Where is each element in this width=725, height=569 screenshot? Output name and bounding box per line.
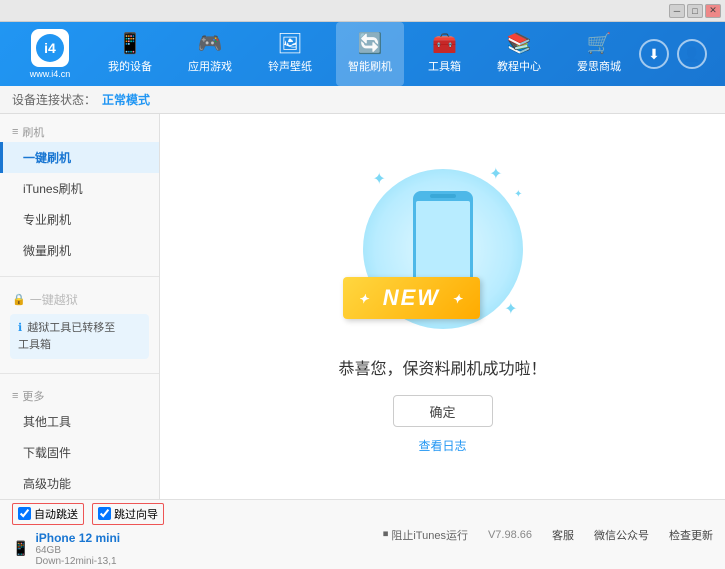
phone-container: ✦ ✦ ✦ ✦ NEW bbox=[353, 159, 533, 339]
sidebar-item-download-firmware[interactable]: 下载固件 bbox=[0, 437, 159, 468]
sparkle-1: ✦ bbox=[373, 169, 386, 189]
logo-icon: i4 bbox=[31, 29, 69, 67]
sidebar-item-one-click-flash[interactable]: 一键刷机 bbox=[0, 142, 159, 173]
download-button[interactable]: ⬇ bbox=[639, 39, 669, 69]
sidebar: ≡ 刷机 一键刷机 iTunes刷机 专业刷机 微量刷机 🔒 一键越狱 bbox=[0, 114, 160, 499]
info-icon: ℹ bbox=[18, 322, 22, 334]
sidebar-section-jailbreak: 🔒 一键越狱 ℹ 越狱工具已转移至工具箱 bbox=[0, 281, 159, 369]
nav-toolbox-label: 工具箱 bbox=[428, 58, 461, 74]
lock-icon: 🔒 bbox=[12, 293, 26, 306]
device-model: Down-12mini-13,1 bbox=[35, 556, 120, 567]
sidebar-item-itunes-flash[interactable]: iTunes刷机 bbox=[0, 173, 159, 204]
store-icon: 🛒 bbox=[587, 34, 612, 54]
checkbox-group: 自动跳送 跳过向导 bbox=[12, 503, 164, 525]
sidebar-item-advanced[interactable]: 高级功能 bbox=[0, 468, 159, 499]
sidebar-item-other-tools[interactable]: 其他工具 bbox=[0, 406, 159, 437]
sidebar-item-data-flash[interactable]: 微量刷机 bbox=[0, 235, 159, 266]
nav-toolbox[interactable]: 🧰 工具箱 bbox=[416, 22, 473, 86]
smart-flash-icon: 🔄 bbox=[358, 34, 383, 54]
sparkle-2: ✦ bbox=[489, 164, 502, 184]
check-update-link[interactable]: 检查更新 bbox=[669, 527, 713, 543]
skip-wizard-checkbox-label[interactable]: 跳过向导 bbox=[92, 503, 164, 525]
footer: 自动跳送 跳过向导 📱 iPhone 12 mini 64GB Down-12m… bbox=[0, 499, 725, 569]
nav-right-controls: ⬇ 👤 bbox=[639, 39, 715, 69]
nav-my-device[interactable]: 📱 我的设备 bbox=[96, 22, 164, 86]
sidebar-section-flash: ≡ 刷机 一键刷机 iTunes刷机 专业刷机 微量刷机 bbox=[0, 114, 159, 272]
header: i4 www.i4.cn 📱 我的设备 🎮 应用游戏 🖼 铃声壁纸 🔄 智能刷机… bbox=[0, 22, 725, 86]
goto-log-link[interactable]: 查看日志 bbox=[418, 437, 466, 454]
nav-my-device-label: 我的设备 bbox=[108, 58, 152, 74]
wallpaper-icon: 🖼 bbox=[277, 34, 302, 54]
nav-items: 📱 我的设备 🎮 应用游戏 🖼 铃声壁纸 🔄 智能刷机 🧰 工具箱 📚 教程中心… bbox=[90, 22, 639, 86]
device-info: 📱 iPhone 12 mini 64GB Down-12mini-13,1 bbox=[12, 531, 164, 567]
nav-apps-label: 应用游戏 bbox=[188, 58, 232, 74]
maximize-button[interactable]: □ bbox=[687, 4, 703, 18]
footer-right: ⏹ 阻止iTunes运行 V7.98.66 客服 微信公众号 检查更新 bbox=[383, 527, 713, 543]
nav-smart-flash-label: 智能刷机 bbox=[348, 58, 392, 74]
footer-left: 自动跳送 跳过向导 📱 iPhone 12 mini 64GB Down-12m… bbox=[12, 503, 164, 567]
status-label: 设备连接状态： bbox=[12, 91, 96, 108]
apps-icon: 🎮 bbox=[198, 34, 223, 54]
sidebar-section-flash-title: ≡ 刷机 bbox=[0, 120, 159, 142]
device-name: iPhone 12 mini bbox=[35, 531, 120, 545]
toolbox-icon: 🧰 bbox=[432, 34, 457, 54]
new-badge: NEW bbox=[343, 277, 481, 319]
nav-wallpaper[interactable]: 🖼 铃声壁纸 bbox=[256, 22, 324, 86]
sparkle-3: ✦ bbox=[504, 299, 517, 319]
sidebar-section-more: ≡ 更多 其他工具 下载固件 高级功能 bbox=[0, 378, 159, 499]
stop-itunes-icon: ⏹ bbox=[383, 528, 389, 541]
device-details-block: iPhone 12 mini 64GB Down-12mini-13,1 bbox=[35, 531, 120, 567]
more-section-icon: ≡ bbox=[12, 390, 18, 402]
sidebar-item-pro-flash[interactable]: 专业刷机 bbox=[0, 204, 159, 235]
status-value: 正常模式 bbox=[102, 91, 150, 108]
logo-text: www.i4.cn bbox=[30, 69, 71, 79]
jailbreak-note: ℹ 越狱工具已转移至工具箱 bbox=[10, 314, 149, 359]
minimize-button[interactable]: ─ bbox=[669, 4, 685, 18]
my-device-icon: 📱 bbox=[118, 34, 143, 54]
sidebar-more-title: ≡ 更多 bbox=[0, 384, 159, 406]
tutorial-icon: 📚 bbox=[507, 34, 532, 54]
nav-tutorial-label: 教程中心 bbox=[497, 58, 541, 74]
nav-store-label: 爱思商城 bbox=[577, 58, 621, 74]
version-label: V7.98.66 bbox=[488, 529, 532, 541]
logo[interactable]: i4 www.i4.cn bbox=[10, 29, 90, 79]
auto-jump-checkbox[interactable] bbox=[18, 507, 31, 520]
sidebar-divider-1 bbox=[0, 276, 159, 277]
status-bar: 设备连接状态： 正常模式 bbox=[0, 86, 725, 114]
main-area: ≡ 刷机 一键刷机 iTunes刷机 专业刷机 微量刷机 🔒 一键越狱 bbox=[0, 114, 725, 499]
nav-tutorial[interactable]: 📚 教程中心 bbox=[485, 22, 553, 86]
title-bar: ─ □ ✕ bbox=[0, 0, 725, 22]
success-illustration: ✦ ✦ ✦ ✦ NEW bbox=[353, 159, 533, 339]
nav-smart-flash[interactable]: 🔄 智能刷机 bbox=[336, 22, 404, 86]
customer-service-link[interactable]: 客服 bbox=[552, 527, 574, 543]
nav-apps[interactable]: 🎮 应用游戏 bbox=[176, 22, 244, 86]
auto-jump-checkbox-label[interactable]: 自动跳送 bbox=[12, 503, 84, 525]
window-controls: ─ □ ✕ bbox=[669, 4, 721, 18]
success-message: 恭喜您，保资料刷机成功啦！ bbox=[338, 355, 546, 379]
wechat-link[interactable]: 微信公众号 bbox=[594, 527, 649, 543]
jailbreak-note-text: 越狱工具已转移至工具箱 bbox=[18, 322, 115, 351]
main-content: ✦ ✦ ✦ ✦ NEW 恭喜您，保资料刷机成功啦！ 确定 查看日志 bbox=[160, 114, 725, 499]
device-storage: 64GB bbox=[35, 545, 120, 556]
stop-itunes[interactable]: ⏹ 阻止iTunes运行 bbox=[383, 527, 468, 543]
close-button[interactable]: ✕ bbox=[705, 4, 721, 18]
account-button[interactable]: 👤 bbox=[677, 39, 707, 69]
sidebar-divider-2 bbox=[0, 373, 159, 374]
nav-store[interactable]: 🛒 爱思商城 bbox=[565, 22, 633, 86]
flash-section-icon: ≡ bbox=[12, 126, 18, 138]
svg-text:i4: i4 bbox=[44, 40, 56, 56]
nav-wallpaper-label: 铃声壁纸 bbox=[268, 58, 312, 74]
sidebar-jailbreak-title: 🔒 一键越狱 bbox=[0, 287, 159, 310]
confirm-button[interactable]: 确定 bbox=[393, 395, 493, 427]
skip-wizard-checkbox[interactable] bbox=[98, 507, 111, 520]
phone-small-icon: 📱 bbox=[12, 540, 29, 557]
sparkle-4: ✦ bbox=[514, 189, 522, 200]
